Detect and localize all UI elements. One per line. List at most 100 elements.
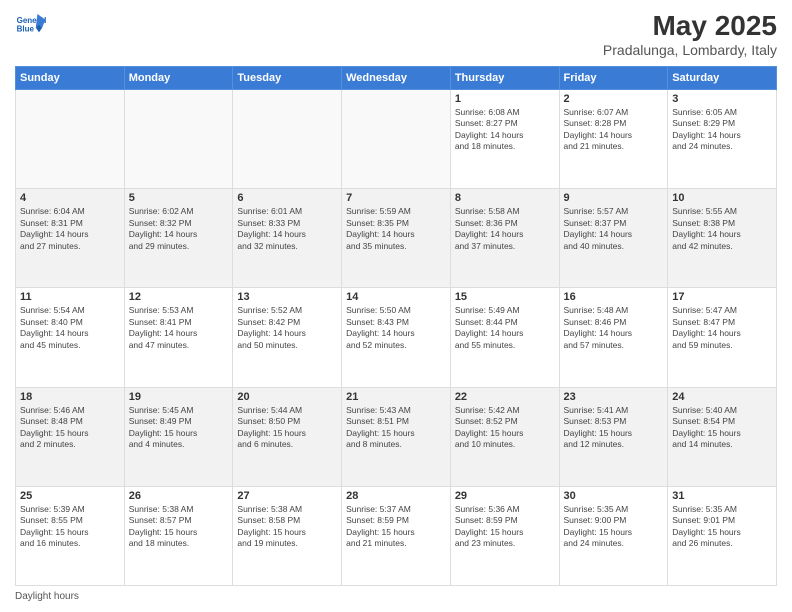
day-header-thursday: Thursday (450, 67, 559, 90)
day-info: Sunrise: 5:38 AM Sunset: 8:58 PM Dayligh… (237, 504, 337, 550)
calendar-week-row: 4 Sunrise: 6:04 AM Sunset: 8:31 PM Daylig… (16, 189, 777, 288)
day-info: Sunrise: 5:35 AM Sunset: 9:01 PM Dayligh… (672, 504, 772, 550)
day-info: Sunrise: 5:55 AM Sunset: 8:38 PM Dayligh… (672, 206, 772, 252)
calendar-cell: 12 Sunrise: 5:53 AM Sunset: 8:41 PM Dayli… (124, 288, 233, 387)
day-number: 2 (564, 93, 664, 105)
day-info: Sunrise: 5:59 AM Sunset: 8:35 PM Dayligh… (346, 206, 446, 252)
page: General Blue May 2025 Pradalunga, Lombar… (0, 0, 792, 612)
day-number: 31 (672, 490, 772, 502)
calendar-cell: 9 Sunrise: 5:57 AM Sunset: 8:37 PM Daylig… (559, 189, 668, 288)
day-info: Sunrise: 5:52 AM Sunset: 8:42 PM Dayligh… (237, 305, 337, 351)
day-info: Sunrise: 5:43 AM Sunset: 8:51 PM Dayligh… (346, 405, 446, 451)
logo: General Blue (15, 10, 47, 42)
day-number: 20 (237, 391, 337, 403)
footer: Daylight hours (15, 591, 777, 602)
calendar-cell: 7 Sunrise: 5:59 AM Sunset: 8:35 PM Daylig… (342, 189, 451, 288)
calendar-cell (16, 90, 125, 189)
day-number: 26 (129, 490, 229, 502)
calendar-cell: 6Sunrise: 6:01 AM Sunset: 8:33 PM Daylig… (233, 189, 342, 288)
calendar-cell: 1 Sunrise: 6:08 AM Sunset: 8:27 PM Daylig… (450, 90, 559, 189)
day-info: Sunrise: 5:36 AM Sunset: 8:59 PM Dayligh… (455, 504, 555, 550)
calendar-cell: 14 Sunrise: 5:50 AM Sunset: 8:43 PM Dayli… (342, 288, 451, 387)
day-number: 11 (20, 291, 120, 303)
day-info: Sunrise: 6:07 AM Sunset: 8:28 PM Dayligh… (564, 107, 664, 153)
day-header-tuesday: Tuesday (233, 67, 342, 90)
calendar-cell: 22Sunrise: 5:42 AM Sunset: 8:52 PM Dayli… (450, 387, 559, 486)
calendar-cell: 11Sunrise: 5:54 AM Sunset: 8:40 PM Dayli… (16, 288, 125, 387)
calendar-cell: 26Sunrise: 5:38 AM Sunset: 8:57 PM Dayli… (124, 486, 233, 585)
calendar-cell: 13Sunrise: 5:52 AM Sunset: 8:42 PM Dayli… (233, 288, 342, 387)
day-info: Sunrise: 5:49 AM Sunset: 8:44 PM Dayligh… (455, 305, 555, 351)
header: General Blue May 2025 Pradalunga, Lombar… (15, 10, 777, 58)
day-header-monday: Monday (124, 67, 233, 90)
day-info: Sunrise: 5:39 AM Sunset: 8:55 PM Dayligh… (20, 504, 120, 550)
calendar-cell: 28 Sunrise: 5:37 AM Sunset: 8:59 PM Dayli… (342, 486, 451, 585)
day-number: 9 (564, 192, 664, 204)
day-number: 28 (346, 490, 446, 502)
logo-icon: General Blue (15, 10, 47, 42)
calendar-cell: 25 Sunrise: 5:39 AM Sunset: 8:55 PM Dayli… (16, 486, 125, 585)
day-number: 14 (346, 291, 446, 303)
day-info: Sunrise: 5:45 AM Sunset: 8:49 PM Dayligh… (129, 405, 229, 451)
day-number: 3 (672, 93, 772, 105)
day-number: 22 (455, 391, 555, 403)
calendar-week-row: 25 Sunrise: 5:39 AM Sunset: 8:55 PM Dayli… (16, 486, 777, 585)
calendar-cell: 17Sunrise: 5:47 AM Sunset: 8:47 PM Dayli… (668, 288, 777, 387)
day-info: Sunrise: 5:37 AM Sunset: 8:59 PM Dayligh… (346, 504, 446, 550)
day-number: 25 (20, 490, 120, 502)
day-number: 21 (346, 391, 446, 403)
day-number: 15 (455, 291, 555, 303)
day-number: 4 (20, 192, 120, 204)
calendar-week-row: 18Sunrise: 5:46 AM Sunset: 8:48 PM Dayli… (16, 387, 777, 486)
day-info: Sunrise: 6:08 AM Sunset: 8:27 PM Dayligh… (455, 107, 555, 153)
day-number: 19 (129, 391, 229, 403)
day-header-saturday: Saturday (668, 67, 777, 90)
calendar-header-row: SundayMondayTuesdayWednesdayThursdayFrid… (16, 67, 777, 90)
calendar-cell: 2 Sunrise: 6:07 AM Sunset: 8:28 PM Daylig… (559, 90, 668, 189)
day-info: Sunrise: 5:58 AM Sunset: 8:36 PM Dayligh… (455, 206, 555, 252)
day-number: 1 (455, 93, 555, 105)
day-number: 7 (346, 192, 446, 204)
day-number: 5 (129, 192, 229, 204)
calendar-cell: 5 Sunrise: 6:02 AM Sunset: 8:32 PM Daylig… (124, 189, 233, 288)
day-info: Sunrise: 5:48 AM Sunset: 8:46 PM Dayligh… (564, 305, 664, 351)
calendar-cell: 30Sunrise: 5:35 AM Sunset: 9:00 PM Dayli… (559, 486, 668, 585)
day-number: 16 (564, 291, 664, 303)
calendar-cell: 23 Sunrise: 5:41 AM Sunset: 8:53 PM Dayli… (559, 387, 668, 486)
location-subtitle: Pradalunga, Lombardy, Italy (603, 42, 777, 58)
day-number: 10 (672, 192, 772, 204)
day-number: 24 (672, 391, 772, 403)
calendar-cell: 4 Sunrise: 6:04 AM Sunset: 8:31 PM Daylig… (16, 189, 125, 288)
month-title: May 2025 (603, 10, 777, 42)
day-info: Sunrise: 6:02 AM Sunset: 8:32 PM Dayligh… (129, 206, 229, 252)
day-header-friday: Friday (559, 67, 668, 90)
calendar-cell: 27Sunrise: 5:38 AM Sunset: 8:58 PM Dayli… (233, 486, 342, 585)
calendar-table: SundayMondayTuesdayWednesdayThursdayFrid… (15, 66, 777, 586)
day-number: 17 (672, 291, 772, 303)
calendar-cell: 3Sunrise: 6:05 AM Sunset: 8:29 PM Daylig… (668, 90, 777, 189)
calendar-cell (342, 90, 451, 189)
day-info: Sunrise: 5:40 AM Sunset: 8:54 PM Dayligh… (672, 405, 772, 451)
day-info: Sunrise: 5:53 AM Sunset: 8:41 PM Dayligh… (129, 305, 229, 351)
calendar-cell: 10 Sunrise: 5:55 AM Sunset: 8:38 PM Dayli… (668, 189, 777, 288)
day-number: 30 (564, 490, 664, 502)
calendar-cell: 19 Sunrise: 5:45 AM Sunset: 8:49 PM Dayli… (124, 387, 233, 486)
calendar-cell: 18Sunrise: 5:46 AM Sunset: 8:48 PM Dayli… (16, 387, 125, 486)
day-info: Sunrise: 5:41 AM Sunset: 8:53 PM Dayligh… (564, 405, 664, 451)
day-info: Sunrise: 5:57 AM Sunset: 8:37 PM Dayligh… (564, 206, 664, 252)
day-info: Sunrise: 5:50 AM Sunset: 8:43 PM Dayligh… (346, 305, 446, 351)
day-info: Sunrise: 5:46 AM Sunset: 8:48 PM Dayligh… (20, 405, 120, 451)
day-header-wednesday: Wednesday (342, 67, 451, 90)
svg-text:Blue: Blue (17, 25, 35, 34)
calendar-week-row: 11Sunrise: 5:54 AM Sunset: 8:40 PM Dayli… (16, 288, 777, 387)
calendar-week-row: 1 Sunrise: 6:08 AM Sunset: 8:27 PM Daylig… (16, 90, 777, 189)
day-info: Sunrise: 5:44 AM Sunset: 8:50 PM Dayligh… (237, 405, 337, 451)
day-number: 29 (455, 490, 555, 502)
day-info: Sunrise: 6:04 AM Sunset: 8:31 PM Dayligh… (20, 206, 120, 252)
calendar-cell: 21 Sunrise: 5:43 AM Sunset: 8:51 PM Dayli… (342, 387, 451, 486)
calendar-cell: 15 Sunrise: 5:49 AM Sunset: 8:44 PM Dayli… (450, 288, 559, 387)
calendar-cell (124, 90, 233, 189)
day-number: 23 (564, 391, 664, 403)
day-number: 8 (455, 192, 555, 204)
day-number: 12 (129, 291, 229, 303)
